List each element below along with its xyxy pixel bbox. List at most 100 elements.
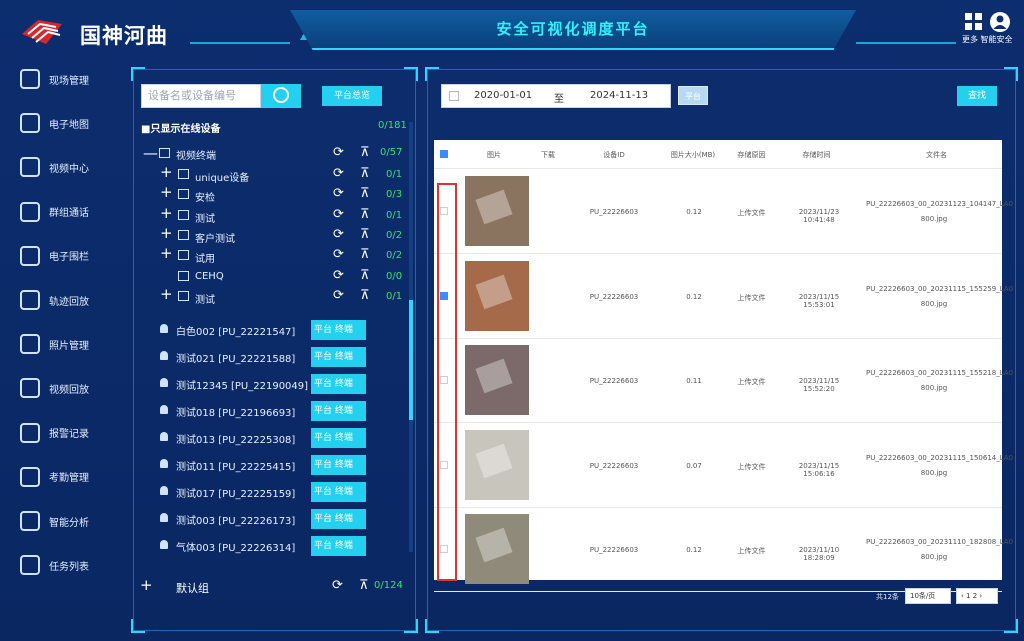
device-action-tag[interactable]: 平台 终端 (311, 428, 366, 448)
refresh-pin-icons[interactable]: ⟳ ⊼ (333, 268, 376, 283)
tree-group-row[interactable]: + 测试 ⟳ ⊼ 0/1 (158, 286, 413, 307)
page-numbers[interactable]: ‹ 1 2 › (957, 592, 982, 600)
sidebar-item[interactable]: 任务列表 (0, 548, 110, 582)
table-row[interactable]: PU_22226603 0.12 上传文件 2023/11/15 15:53:01 PU… (434, 255, 1013, 339)
header-line-right (856, 42, 956, 44)
sidebar-item[interactable]: 照片管理 (0, 327, 110, 361)
page-size-select[interactable]: 10条/页 (905, 588, 951, 604)
sidebar-item[interactable]: 视频回放 (0, 371, 110, 405)
query-button[interactable]: 查找 (957, 86, 997, 106)
refresh-pin-icons[interactable]: ⟳ ⊼ (333, 288, 376, 303)
device-id-cell: PU_22226603 (589, 461, 639, 470)
device-scrollbar-thumb[interactable] (409, 300, 413, 420)
tree-root-row[interactable]: — 视频终端 ⟳ ⊼ 0/57 (143, 145, 413, 166)
photo-thumbnail[interactable] (465, 429, 529, 500)
size-cell: 0.07 (686, 461, 702, 470)
device-row[interactable]: 测试013 [PU_22225308] (160, 427, 310, 447)
expand-icon[interactable]: + (160, 165, 173, 180)
platform-overview-button[interactable]: 平台总览 (322, 86, 382, 106)
table-row[interactable]: PU_22226603 0.12 上传文件 2023/11/23 10:41:48 PU… (434, 170, 1013, 254)
site-icon (20, 69, 40, 89)
table-row[interactable]: PU_22226603 0.11 上传文件 2023/11/15 15:52:20 PU… (434, 339, 1013, 423)
col-header: 图片 (487, 151, 501, 159)
table-row[interactable]: PU_22226603 0.07 上传文件 2023/11/15 15:06:16 PU… (434, 424, 1013, 508)
photo-thumbnail[interactable] (465, 260, 529, 331)
sidebar-item-label: 视频中心 (49, 163, 89, 175)
tree-group-row[interactable]: + 客户测试 ⟳ ⊼ 0/2 (158, 225, 413, 246)
device-row[interactable]: 白色002 [PU_22221547] (160, 319, 310, 339)
map-icon (20, 113, 40, 134)
refresh-pin-icons[interactable]: ⟳ ⊼ (333, 166, 376, 181)
device-row[interactable]: 气体003 [PU_22226314] (160, 535, 310, 555)
sidebar-item[interactable]: 群组通话 (0, 195, 110, 229)
filename-ext-cell: 800.jpg (920, 384, 948, 392)
size-cell: 0.12 (686, 208, 702, 216)
more-label[interactable]: 更多 智能安全 (962, 35, 1020, 45)
sidebar-item[interactable]: 报警记录 (0, 416, 110, 450)
date-range-picker[interactable]: 2020-01-01 至 2024-11-13 (441, 84, 671, 108)
tree-group-row[interactable]: + 安检 ⟳ ⊼ 0/3 (158, 185, 413, 205)
thumbnail-detail (475, 189, 513, 225)
device-action-tag[interactable]: 平台 终端 (311, 455, 366, 475)
device-search-input[interactable]: 设备名或设备编号 (141, 84, 261, 108)
device-action-tag[interactable]: 平台 终端 (311, 374, 366, 394)
device-action-tag[interactable]: 平台 终端 (311, 509, 366, 529)
brand-name: 国神河曲 (80, 24, 168, 48)
table-row[interactable]: PU_22226603 0.12 上传文件 2023/11/10 18:28:09 PU… (434, 508, 1013, 592)
device-action-tag[interactable]: 平台 终端 (311, 536, 366, 556)
expand-icon[interactable]: + (160, 225, 173, 240)
video-icon (20, 157, 40, 178)
sidebar-item[interactable]: 现场管理 (0, 62, 110, 96)
search-button[interactable] (261, 84, 301, 108)
device-label: 气体003 [PU_22226314] (176, 543, 296, 554)
sidebar-item[interactable]: 视频中心 (0, 150, 110, 184)
device-action-tag[interactable]: 平台 终端 (311, 347, 366, 367)
device-action-tag[interactable]: 平台 终端 (311, 401, 366, 421)
device-row[interactable]: 测试018 [PU_22196693] (160, 400, 310, 420)
end-date[interactable]: 2024-11-13 (590, 90, 648, 101)
tree-group-row[interactable]: + 试用 ⟳ ⊼ 0/2 (158, 246, 413, 266)
apps-grid-icon[interactable] (964, 12, 984, 32)
platform-filter-button[interactable]: 平台 (678, 86, 708, 105)
photo-thumbnail[interactable] (465, 345, 529, 415)
select-all-checkbox[interactable] (440, 150, 448, 158)
sidebar-item[interactable]: 电子围栏 (0, 239, 110, 273)
photo-thumbnail[interactable] (465, 514, 529, 584)
device-id-cell: PU_22226603 (589, 292, 639, 301)
tree-group-row[interactable]: + unique设备 ⟳ ⊼ 0/1 (158, 165, 413, 185)
refresh-pin-icons[interactable]: ⟳ ⊼ (333, 145, 376, 160)
online-only-toggle[interactable]: ■只显示在线设备 (141, 120, 220, 135)
device-row[interactable]: 测试017 [PU_22225159] (160, 481, 310, 501)
sidebar-item[interactable]: 轨迹回放 (0, 283, 110, 317)
sidebar-item[interactable]: 考勤管理 (0, 460, 110, 494)
tree-group-count: 0/3 (386, 189, 403, 201)
expand-icon[interactable]: + (160, 205, 173, 220)
default-group-row[interactable]: + 默认组 ⟳ ⊼ 0/124 (140, 576, 410, 598)
expand-icon[interactable]: + (160, 286, 173, 301)
refresh-pin-icons[interactable]: ⟳ ⊼ (333, 207, 376, 222)
expand-icon[interactable]: + (160, 246, 173, 261)
thumbnail-detail (475, 274, 513, 309)
expand-icon[interactable]: + (160, 185, 173, 200)
refresh-pin-icons[interactable]: ⟳ ⊼ (332, 578, 375, 593)
device-action-tag[interactable]: 平台 终端 (311, 482, 366, 502)
page-navigator[interactable]: ‹ 1 2 › (956, 588, 998, 604)
tree-group-row[interactable]: CEHQ ⟳ ⊼ 0/0 (158, 267, 413, 287)
device-action-tag[interactable]: 平台 终端 (311, 320, 366, 340)
refresh-pin-icons[interactable]: ⟳ ⊼ (333, 227, 376, 242)
sidebar-item[interactable]: 智能分析 (0, 504, 110, 538)
device-row[interactable]: 测试003 [PU_22226173] (160, 508, 310, 528)
col-header: 图片大小(MB) (670, 151, 716, 159)
device-row[interactable]: 测试021 [PU_22221588] (160, 346, 310, 366)
user-avatar-icon[interactable] (990, 12, 1010, 32)
device-row[interactable]: 测试011 [PU_22225415] (160, 454, 310, 474)
start-date[interactable]: 2020-01-01 (474, 90, 532, 101)
device-row[interactable]: 测试12345 [PU_22190049] (160, 373, 310, 393)
refresh-pin-icons[interactable]: ⟳ ⊼ (333, 247, 376, 262)
refresh-pin-icons[interactable]: ⟳ ⊼ (333, 186, 376, 201)
photo-thumbnail[interactable] (465, 176, 529, 246)
tree-group-row[interactable]: + 测试 ⟳ ⊼ 0/1 (158, 205, 413, 226)
sidebar-item[interactable]: 电子地图 (0, 106, 110, 140)
expand-icon[interactable]: + (140, 576, 153, 594)
collapse-icon[interactable]: — (143, 146, 158, 161)
